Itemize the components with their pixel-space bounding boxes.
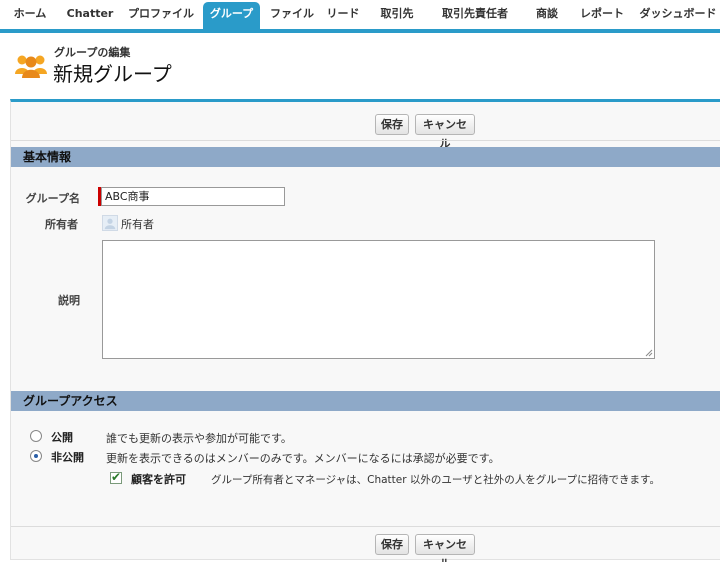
description-label: 説明: [58, 294, 80, 307]
tab-profile[interactable]: プロファイル: [126, 2, 196, 26]
section-basic-info: 基本情報: [11, 147, 720, 167]
section-group-access: グループアクセス: [11, 391, 720, 411]
tab-contacts[interactable]: 取引先責任者: [432, 2, 518, 26]
tab-home[interactable]: ホーム: [8, 2, 52, 26]
divider-bottom: [11, 526, 720, 527]
allow-customers-label[interactable]: 顧客を許可: [131, 471, 186, 487]
allow-customers-description: グループ所有者とマネージャは、Chatter 以外のユーザと社外の人をグループに…: [211, 474, 661, 486]
tab-files[interactable]: ファイル: [268, 2, 316, 26]
cancel-button-top[interactable]: キャンセル: [415, 114, 475, 150]
public-radio[interactable]: [30, 430, 42, 442]
public-description: 誰でも更新の表示や参加が可能です。: [106, 432, 292, 445]
save-button-top[interactable]: 保存: [375, 114, 409, 135]
tab-accounts[interactable]: 取引先: [373, 2, 421, 26]
tab-opportunities[interactable]: 商談: [527, 2, 567, 26]
group-icon: [15, 55, 47, 78]
owner-label: 所有者: [45, 218, 78, 231]
private-radio[interactable]: [30, 450, 42, 462]
tab-leads[interactable]: リード: [322, 2, 364, 26]
group-name-input[interactable]: ABC商事: [101, 187, 285, 206]
user-icon: [104, 218, 116, 230]
group-name-label: グループ名: [25, 192, 80, 205]
public-label[interactable]: 公開: [51, 429, 73, 445]
save-button-bottom[interactable]: 保存: [375, 534, 409, 555]
private-description: 更新を表示できるのはメンバーのみです。メンバーになるには承認が必要です。: [106, 452, 500, 465]
tab-bar: ホーム Chatter プロファイル グループ ファイル リード 取引先 取引先…: [0, 0, 720, 33]
cancel-button-bottom[interactable]: キャンセル: [415, 534, 475, 562]
tab-underline: [0, 29, 720, 33]
tab-reports[interactable]: レポート: [576, 2, 628, 26]
checkmark-icon: ✔: [111, 470, 122, 484]
page-title: 新規グループ: [53, 62, 172, 86]
private-label[interactable]: 非公開: [51, 449, 84, 465]
allow-customers-checkbox[interactable]: ✔: [110, 470, 122, 484]
tab-dashboards[interactable]: ダッシュボード: [636, 2, 720, 26]
owner-avatar: [102, 215, 118, 231]
divider: [11, 140, 720, 141]
description-textarea[interactable]: [102, 240, 655, 359]
owner-name[interactable]: 所有者: [121, 216, 154, 232]
resize-grip-icon[interactable]: [645, 349, 653, 357]
tab-groups[interactable]: グループ: [203, 2, 260, 30]
tab-chatter[interactable]: Chatter: [62, 2, 118, 26]
